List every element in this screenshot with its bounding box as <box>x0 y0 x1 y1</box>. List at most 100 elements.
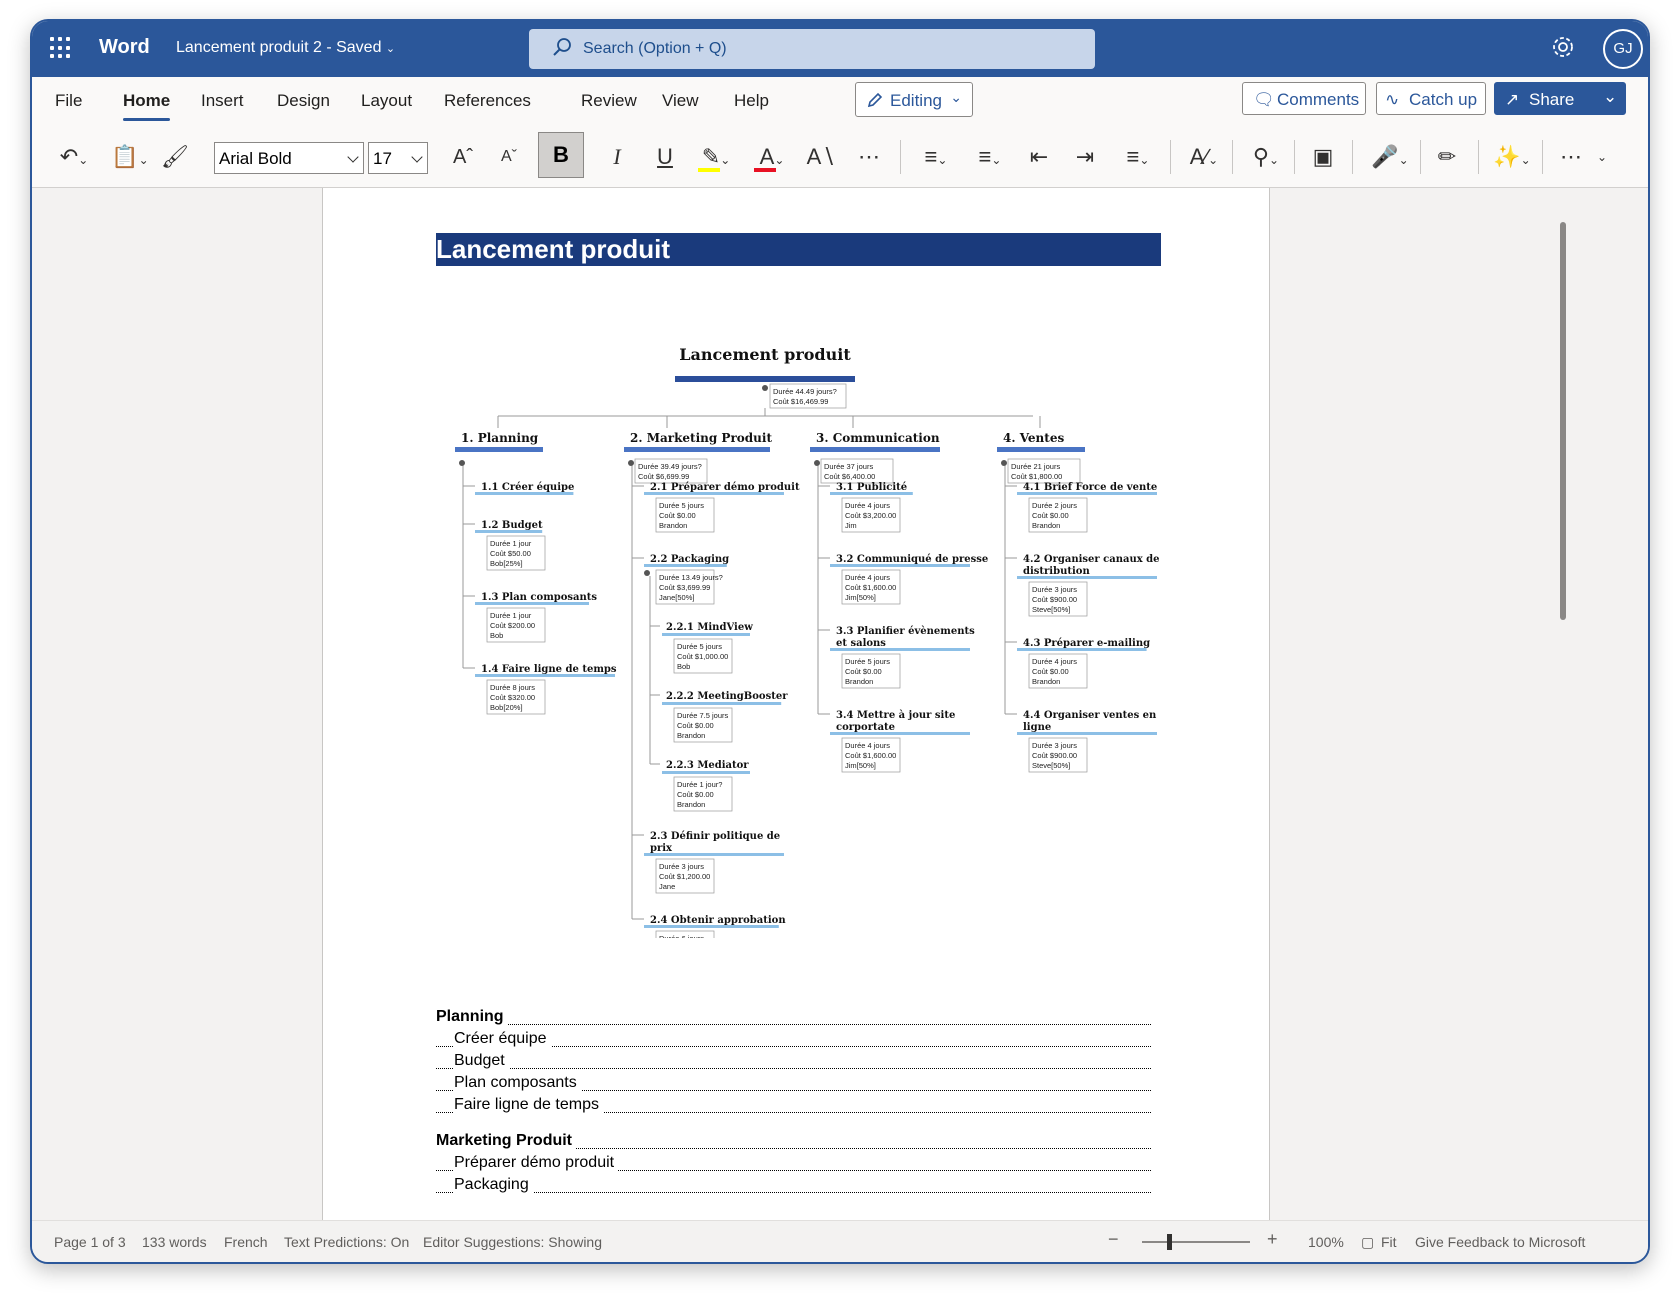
wbs-info-line: Brandon <box>659 521 687 530</box>
wbs-node-label: ligne <box>1023 722 1051 733</box>
zoom-level[interactable]: 100% <box>1308 1234 1344 1250</box>
document-name[interactable]: Lancement produit 2 - Saved ⌄ <box>176 39 395 57</box>
wbs-node-bar <box>624 447 770 452</box>
collapse-icon <box>762 385 768 391</box>
wbs-info-line: Durée 1 jour <box>490 611 532 620</box>
paste-icon[interactable]: 📋⌄ <box>108 138 152 176</box>
wbs-node-label: 2.1 Préparer démo produit <box>650 482 800 493</box>
wbs-node-label: 1.3 Plan composants <box>481 592 597 603</box>
tab-home[interactable]: Home <box>123 91 171 121</box>
editor-suggestions[interactable]: Editor Suggestions: Showing <box>423 1234 602 1250</box>
wbs-node-label: 3.4 Mettre à jour site <box>836 710 955 721</box>
share-button[interactable]: ↗ Share ⌄ <box>1494 82 1626 115</box>
bold-button[interactable]: B <box>538 132 584 178</box>
tab-layout[interactable]: Layout <box>361 91 412 111</box>
toolbar-separator <box>1232 140 1233 174</box>
wbs-info-line: Coût $1,000.00 <box>677 652 728 661</box>
zoom-in-icon[interactable]: + <box>1267 1229 1278 1250</box>
dictate-icon[interactable]: 🎤⌄ <box>1368 138 1412 176</box>
chevron-down-icon: ⌄ <box>385 43 396 55</box>
toc-leader <box>436 1068 1151 1069</box>
app-name[interactable]: Word <box>99 36 150 59</box>
wbs-node-label: 2. Marketing Produit <box>630 431 772 445</box>
numbering-icon[interactable]: ≡⌄ <box>968 138 1012 176</box>
avatar[interactable]: GJ <box>1603 29 1643 69</box>
search-box[interactable]: Search (Option + Q) <box>529 29 1095 69</box>
tab-insert[interactable]: Insert <box>201 91 244 111</box>
italic-button[interactable]: I <box>602 138 632 176</box>
document-heading[interactable]: Lancement produit <box>436 233 1161 266</box>
decrease-indent-icon[interactable]: ⇤ <box>1024 138 1054 176</box>
toc-entry[interactable]: Budget <box>436 1052 1151 1074</box>
wbs-info-line: Coût $320.00 <box>490 693 535 702</box>
tab-file[interactable]: File <box>55 91 82 111</box>
increase-indent-icon[interactable]: ⇥ <box>1070 138 1100 176</box>
word-count[interactable]: 133 words <box>142 1234 207 1250</box>
bullets-icon[interactable]: ≡⌄ <box>914 138 958 176</box>
wbs-info-line: Durée 4 jours <box>1032 657 1077 666</box>
designer-icon[interactable]: ✨⌄ <box>1490 138 1534 176</box>
toc-entry-text: Planning <box>436 1008 508 1025</box>
editor-icon[interactable]: ✏ <box>1430 138 1464 176</box>
fit-button[interactable]: Fit <box>1381 1234 1397 1250</box>
find-icon[interactable]: ⚲⌄ <box>1244 138 1288 176</box>
home-toolbar: ↶⌄ 📋⌄ 🖌 Arial Bold 17 Aˆ Aˇ B I U ✎⌄ A⌄ … <box>32 128 1648 186</box>
expand-ribbon-icon[interactable]: ⌄ <box>1592 138 1612 176</box>
font-size-select[interactable]: 17 <box>368 142 428 174</box>
toc-entry[interactable]: Plan composants <box>436 1074 1151 1096</box>
document-page[interactable]: Lancement produit Lancement produit Durée… <box>322 188 1270 1222</box>
font-color-icon[interactable]: A⌄ <box>750 138 794 176</box>
wbs-node-label: 2.2.3 Mediator <box>666 760 749 771</box>
styles-icon[interactable]: A∕⌄ <box>1182 138 1226 176</box>
wbs-node-bar <box>662 702 782 705</box>
shrink-font-icon[interactable]: Aˇ <box>494 138 524 176</box>
app-launcher-icon[interactable] <box>50 37 72 59</box>
language[interactable]: French <box>224 1234 268 1250</box>
toc-entry[interactable]: Préparer démo produit <box>436 1154 1151 1176</box>
zoom-out-icon[interactable]: − <box>1108 1229 1119 1250</box>
underline-button[interactable]: U <box>650 138 680 176</box>
wbs-info-line: Coût $50.00 <box>490 549 531 558</box>
more-options-icon[interactable]: ⋯ <box>1556 138 1586 176</box>
status-bar: Page 1 of 3 133 words French Text Predic… <box>32 1220 1648 1262</box>
feedback-link[interactable]: Give Feedback to Microsoft <box>1415 1234 1585 1250</box>
align-icon[interactable]: ≡⌄ <box>1116 138 1160 176</box>
tab-view[interactable]: View <box>662 91 699 111</box>
catch-up-button[interactable]: ∿ Catch up <box>1376 82 1486 115</box>
vertical-scrollbar[interactable] <box>1560 222 1566 620</box>
wbs-node-bar <box>644 564 727 567</box>
wbs-info-line: Coût $900.00 <box>1032 595 1077 604</box>
text-predictions[interactable]: Text Predictions: On <box>284 1234 409 1250</box>
wbs-info-line: Steve[50%] <box>1032 761 1070 770</box>
toc-entry[interactable]: Créer équipe <box>436 1030 1151 1052</box>
font-name-select[interactable]: Arial Bold <box>214 142 364 174</box>
clear-formatting-icon[interactable]: A∖ <box>806 138 836 176</box>
more-font-options-icon[interactable]: ⋯ <box>854 138 884 176</box>
tab-help[interactable]: Help <box>734 91 769 111</box>
wbs-node-bar <box>830 648 970 651</box>
fit-icon[interactable]: ▢ <box>1361 1234 1374 1251</box>
wbs-node-bar <box>662 633 750 636</box>
toc-heading[interactable]: Planning <box>436 1008 1151 1030</box>
wbs-info-line: Durée 3 jours <box>1032 585 1077 594</box>
tab-design[interactable]: Design <box>277 91 330 111</box>
toc-entry[interactable]: Packaging <box>436 1176 1151 1198</box>
zoom-slider-thumb[interactable] <box>1167 1234 1172 1250</box>
wbs-node-label: 3.1 Publicité <box>836 482 907 493</box>
tab-review[interactable]: Review <box>581 91 637 111</box>
page-count[interactable]: Page 1 of 3 <box>54 1234 126 1250</box>
wbs-node-bar <box>830 732 970 735</box>
gear-icon[interactable] <box>1550 34 1576 60</box>
reuse-files-icon[interactable]: ▣ <box>1306 138 1340 176</box>
zoom-slider[interactable] <box>1142 1241 1250 1243</box>
highlight-icon[interactable]: ✎⌄ <box>694 138 738 176</box>
comments-button[interactable]: 🗨 Comments <box>1242 82 1366 115</box>
tab-references[interactable]: References <box>444 91 531 111</box>
undo-icon[interactable]: ↶⌄ <box>52 138 96 176</box>
wbs-info-line: Durée 6 jours <box>659 934 704 938</box>
format-painter-icon[interactable]: 🖌 <box>160 138 190 176</box>
toc-heading[interactable]: Marketing Produit <box>436 1132 1151 1154</box>
grow-font-icon[interactable]: Aˆ <box>448 138 478 176</box>
toc-entry[interactable]: Faire ligne de temps <box>436 1096 1151 1118</box>
editing-mode-button[interactable]: Editing ⌄ <box>855 82 973 117</box>
